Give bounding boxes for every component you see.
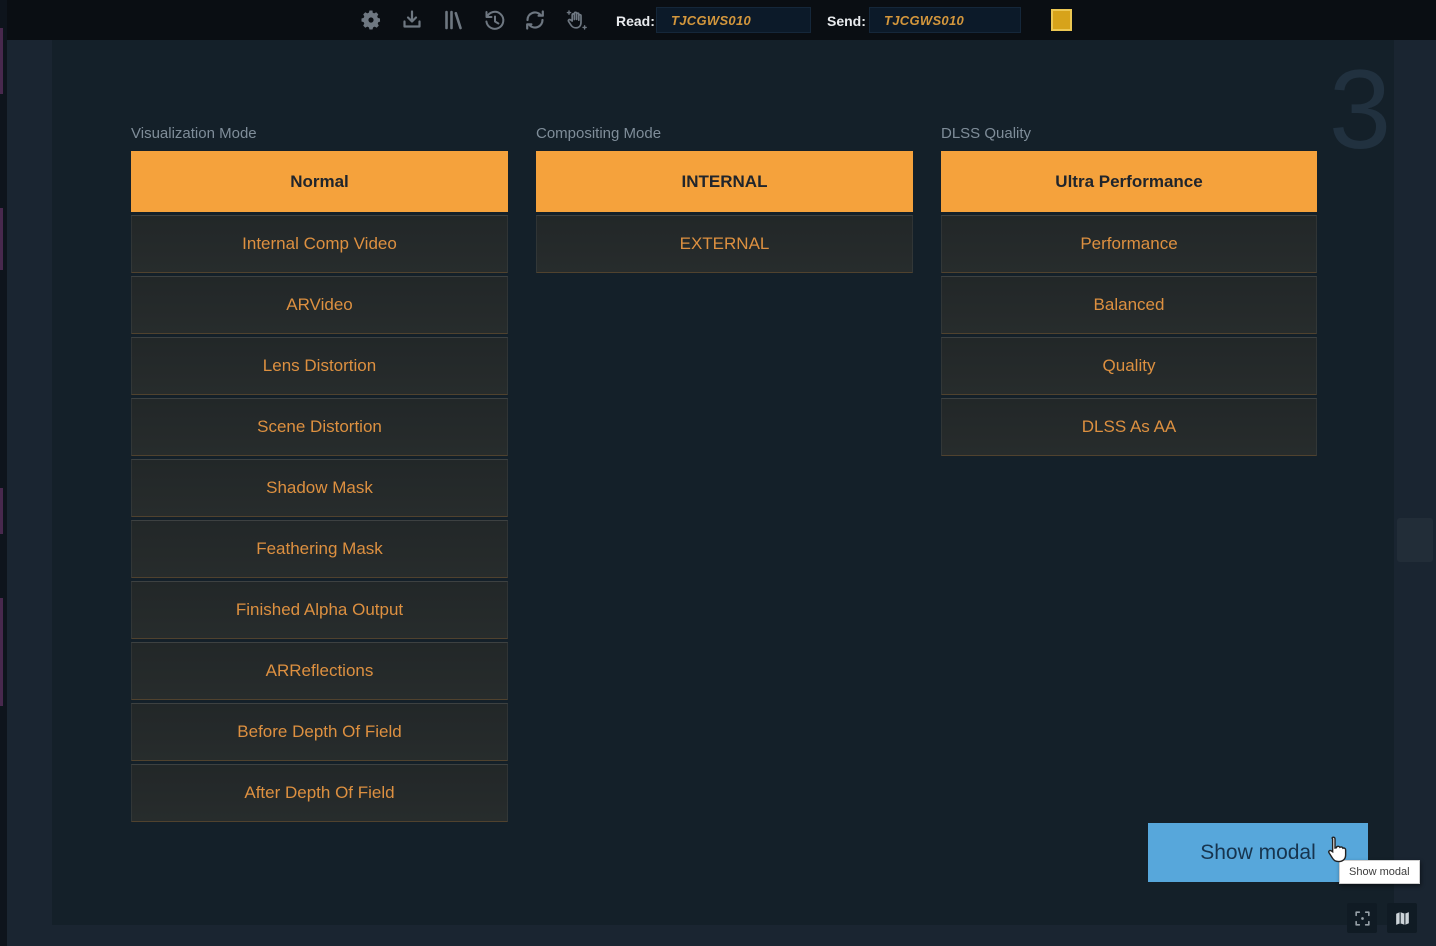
viz-button-before-depth-of-field[interactable]: Before Depth Of Field <box>131 703 508 761</box>
dlss-quality-header: DLSS Quality <box>941 125 1317 142</box>
map-icon <box>1393 909 1412 928</box>
viz-button-finished-alpha-output[interactable]: Finished Alpha Output <box>131 581 508 639</box>
viz-button-feathering-mask[interactable]: Feathering Mask <box>131 520 508 578</box>
settings-icon[interactable] <box>358 7 384 33</box>
history-icon[interactable] <box>481 7 507 33</box>
viz-button-internal-comp-video[interactable]: Internal Comp Video <box>131 215 508 273</box>
compositing-button-external[interactable]: EXTERNAL <box>536 215 913 273</box>
library-icon[interactable] <box>440 7 466 33</box>
viz-button-scene-distortion[interactable]: Scene Distortion <box>131 398 508 456</box>
right-edge-patch <box>1397 518 1433 562</box>
show-modal-tooltip: Show modal <box>1339 860 1420 884</box>
compositing-mode-group: Compositing Mode INTERNAL EXTERNAL <box>536 125 913 276</box>
dlss-button-dlss-as-aa[interactable]: DLSS As AA <box>941 398 1317 456</box>
viz-button-arreflections[interactable]: ARReflections <box>131 642 508 700</box>
edge-artifact <box>0 208 3 270</box>
viz-button-after-depth-of-field[interactable]: After Depth Of Field <box>131 764 508 822</box>
viz-button-arvideo[interactable]: ARVideo <box>131 276 508 334</box>
fit-screen-icon <box>1353 909 1372 928</box>
screen-edge-strip <box>0 0 7 946</box>
map-button[interactable] <box>1387 903 1417 933</box>
dlss-quality-group: DLSS Quality Ultra Performance Performan… <box>941 125 1317 459</box>
edge-artifact <box>0 488 3 534</box>
viz-button-shadow-mask[interactable]: Shadow Mask <box>131 459 508 517</box>
edge-artifact <box>0 28 3 94</box>
refresh-icon[interactable] <box>522 7 548 33</box>
dlss-button-quality[interactable]: Quality <box>941 337 1317 395</box>
dlss-button-balanced[interactable]: Balanced <box>941 276 1317 334</box>
read-input[interactable]: TJCGWS010 <box>656 7 811 33</box>
assist-hand-icon[interactable] <box>563 7 589 33</box>
send-label: Send: <box>827 13 866 29</box>
control-panel: 3 Visualization Mode Normal Internal Com… <box>52 40 1394 925</box>
visualization-mode-group: Visualization Mode Normal Internal Comp … <box>131 125 508 825</box>
fit-screen-button[interactable] <box>1347 903 1377 933</box>
send-input[interactable]: TJCGWS010 <box>869 7 1021 33</box>
dlss-button-performance[interactable]: Performance <box>941 215 1317 273</box>
toolbar: Read: TJCGWS010 Send: TJCGWS010 <box>0 0 1436 40</box>
viz-button-lens-distortion[interactable]: Lens Distortion <box>131 337 508 395</box>
download-icon[interactable] <box>399 7 425 33</box>
read-label: Read: <box>616 13 655 29</box>
status-indicator-square <box>1051 9 1072 31</box>
edge-artifact <box>0 598 3 706</box>
viz-button-normal[interactable]: Normal <box>131 151 508 212</box>
dlss-button-ultra-performance[interactable]: Ultra Performance <box>941 151 1317 212</box>
compositing-button-internal[interactable]: INTERNAL <box>536 151 913 212</box>
mouse-cursor-pointer-icon <box>1323 835 1349 865</box>
panel-watermark-number: 3 <box>1300 54 1420 166</box>
toolbar-icon-group <box>358 0 589 40</box>
visualization-mode-header: Visualization Mode <box>131 125 508 142</box>
compositing-mode-header: Compositing Mode <box>536 125 913 142</box>
